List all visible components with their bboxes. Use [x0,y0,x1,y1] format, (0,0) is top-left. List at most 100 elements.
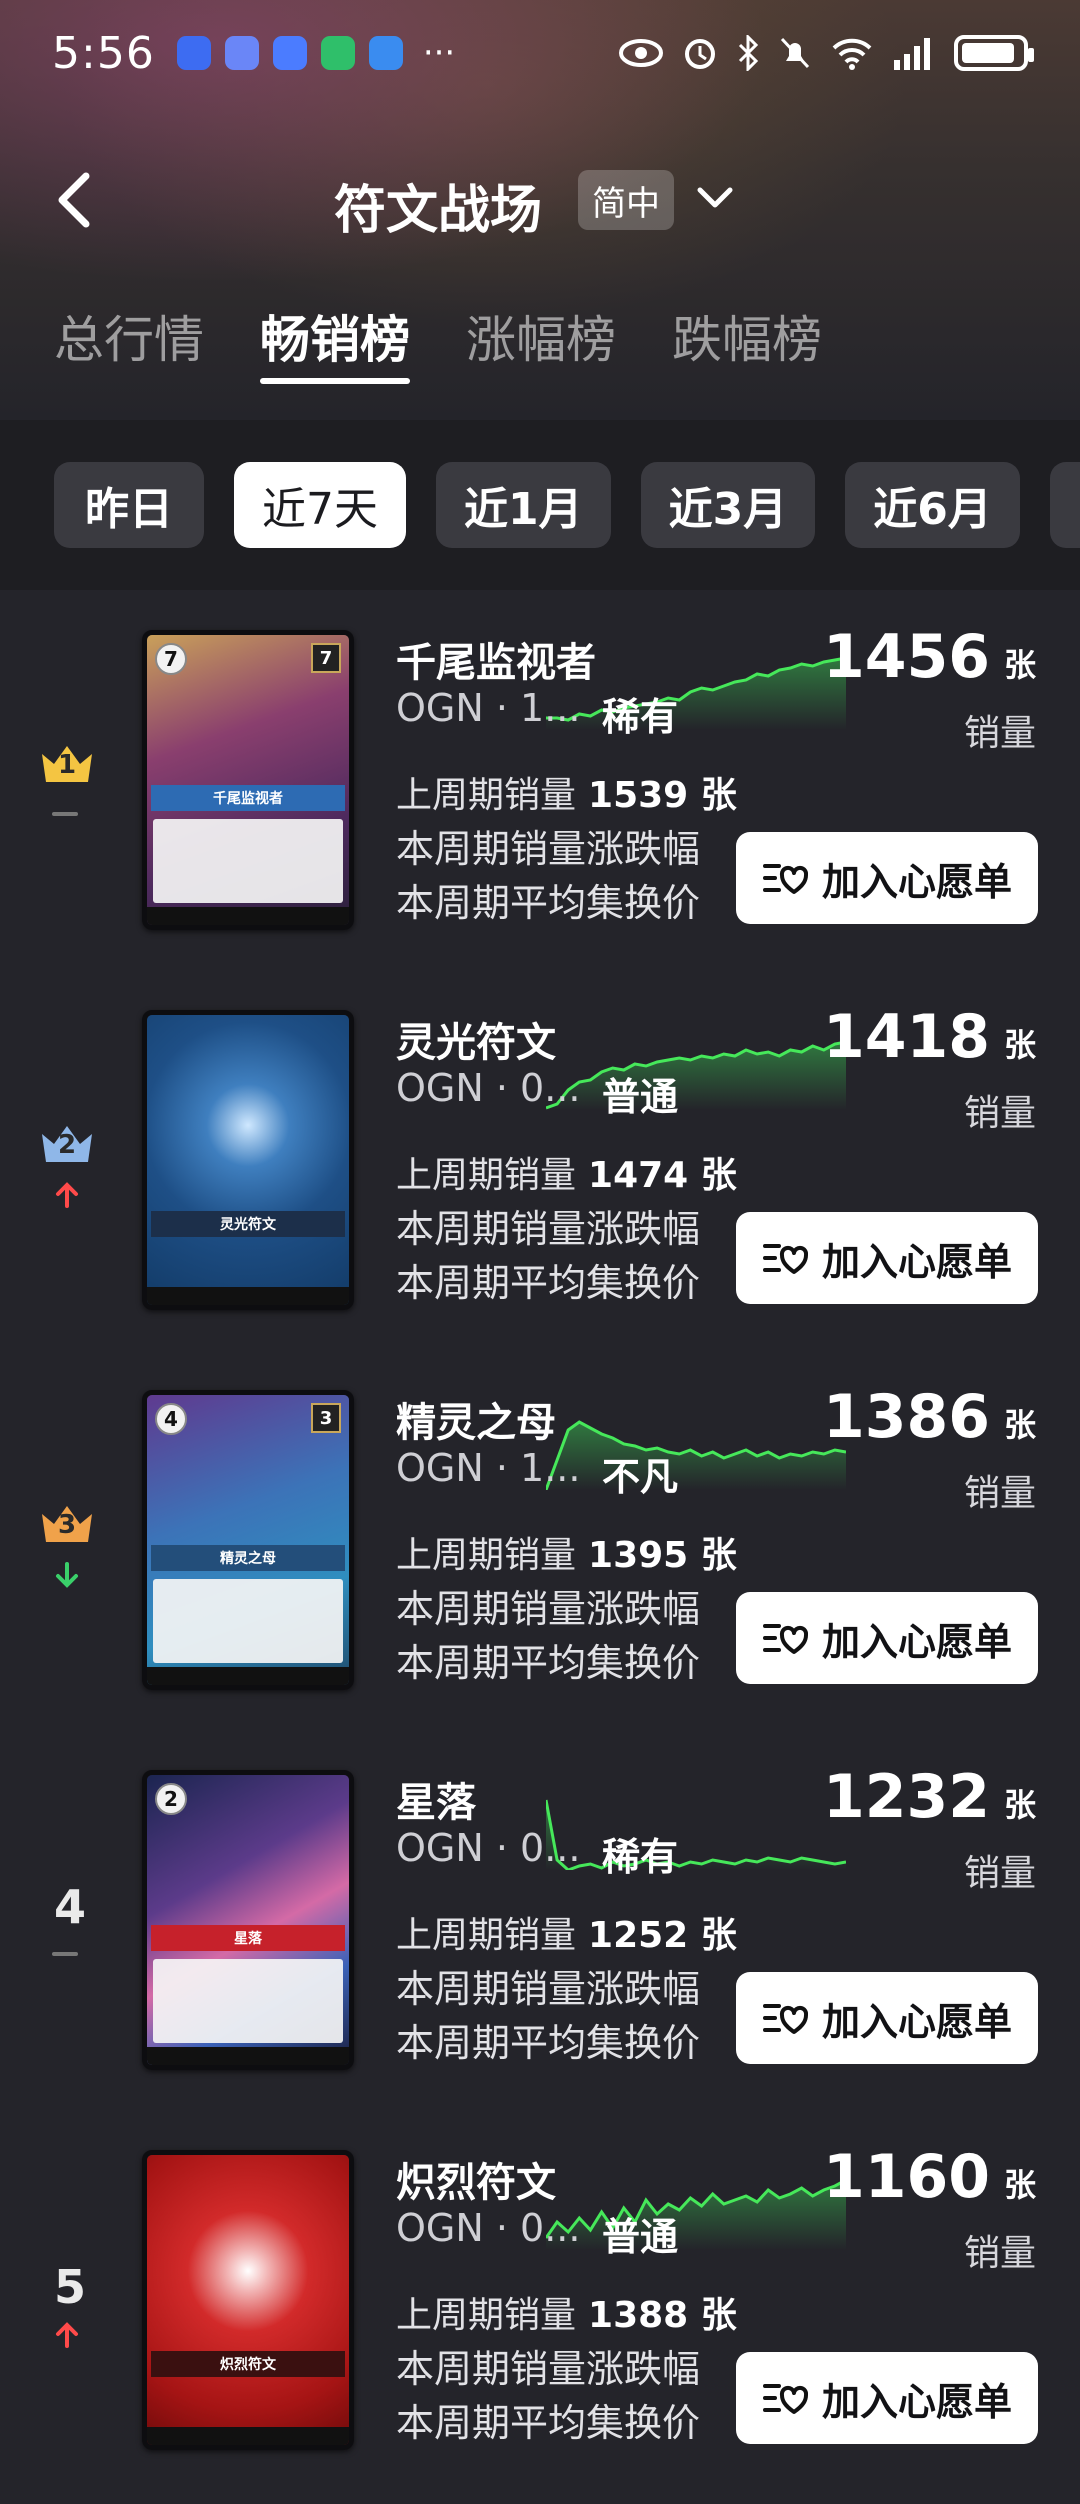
card-title-strip: 炽烈符文 [151,2351,345,2377]
card-textbox [153,1959,343,2043]
rank-column: 5 [30,2120,110,2500]
sales-count: 1386 [823,1382,990,1452]
last-period-value: 1388 张 [588,2295,737,2336]
filter-1-month[interactable]: 近1月 [436,462,611,548]
wifi-icon [832,38,872,70]
tab-overview[interactable]: 总行情 [54,300,204,372]
last-period-sales: 上周期销量 1252 张 [396,1906,737,1958]
card-name: 炽烈符文 [396,2160,556,2206]
card-image[interactable]: 灵光符文 [142,1010,354,1310]
last-period-label: 上周期销量 [396,2295,577,2336]
status-bar: 5:56 ··· [0,18,1080,88]
wishlist-icon [762,1624,808,1654]
period-filter-bar: 昨日 近7天 近1月 近3月 近6月 近 [0,420,1080,590]
card-image[interactable]: 炽烈符文 [142,2150,354,2450]
wishlist-label: 加入心愿单 [821,1239,1012,1284]
list-item[interactable]: 2 灵光符文 灵光符文 OGN · 0... 普通 1418 张 销量 上周期销… [0,980,1080,1360]
sales-label: 销量 [963,1853,1036,1894]
card-image[interactable]: 2 星落 [142,1770,354,2070]
change-label: 本周期销量涨跌幅 [396,1967,701,2011]
card-footer [147,1287,349,1305]
card-textbox [153,1579,343,1663]
card-rarity: 普通 [602,1075,679,1119]
mute-icon [780,37,810,69]
last-period-value: 1252 张 [588,1915,737,1956]
last-period-value: 1539 张 [588,775,737,816]
add-to-wishlist-button[interactable]: 加入心愿单 [736,1592,1038,1684]
card-textbox [153,819,343,903]
tab-gainers[interactable]: 涨幅榜 [466,300,616,372]
change-label: 本周期销量涨跌幅 [396,1207,701,1251]
last-period-label: 上周期销量 [396,775,577,816]
rank-number: 2 [57,1130,77,1160]
card-artwork [147,1015,349,1305]
navigation-bar: 符文战场 简中 [0,150,1080,250]
trend-up-icon [56,1182,78,1208]
card-title-strip: 精灵之母 [151,1545,345,1571]
card-title-strip: 灵光符文 [151,1211,345,1237]
list-item[interactable]: 3 4 3 精灵之母 精灵之母 OGN · 1... 不凡 1386 张 销量 … [0,1360,1080,1740]
item-info: 灵光符文 OGN · 0... 普通 1418 张 销量 上周期销量 1474 张… [396,980,1056,1360]
wishlist-icon [762,2004,808,2034]
list-item[interactable]: 4 2 星落 星落 OGN · 0... 稀有 1232 张 销量 上周期销量 1… [0,1740,1080,2120]
last-period-label: 上周期销量 [396,1155,577,1196]
sales-unit: 张 [1003,1406,1036,1444]
change-label: 本周期销量涨跌幅 [396,1587,701,1631]
last-period-label: 上周期销量 [396,1915,577,1956]
sales-label: 销量 [963,713,1036,754]
item-info: 千尾监视者 OGN · 1... 稀有 1456 张 销量 上周期销量 1539 … [396,600,1056,980]
card-might-badge: 3 [311,1403,341,1433]
signal-icon [894,38,930,70]
avg-price-label: 本周期平均集换价 [396,1641,701,1685]
card-might-badge: 7 [311,643,341,673]
rank-column: 3 [30,1360,110,1740]
filter-more[interactable]: 近 [1049,462,1080,548]
chevron-down-icon[interactable] [692,176,738,222]
tab-bestsellers[interactable]: 畅销榜 [260,300,410,384]
wishlist-label: 加入心愿单 [821,1999,1012,2044]
sales-count: 1160 [823,2142,990,2212]
add-to-wishlist-button[interactable]: 加入心愿单 [736,832,1038,924]
card-image[interactable]: 4 3 精灵之母 [142,1390,354,1690]
card-footer [147,1667,349,1685]
sales-sparkline [546,1799,846,1870]
status-time: 5:56 [52,27,155,79]
rank-column: 4 [30,1740,110,2120]
card-image[interactable]: 7 7 千尾监视者 [142,630,354,930]
add-to-wishlist-button[interactable]: 加入心愿单 [736,1212,1038,1304]
alarm-icon [685,39,715,69]
filter-3-months[interactable]: 近3月 [640,462,816,548]
app-notification-icon [368,36,403,70]
card-title-strip: 星落 [151,1925,345,1951]
card-rarity: 普通 [602,2215,679,2259]
trend-down-icon [56,1562,78,1588]
rank-number: 1 [57,750,77,780]
bluetooth-icon [738,35,759,71]
system-icons [618,35,1034,71]
add-to-wishlist-button[interactable]: 加入心愿单 [736,2352,1038,2444]
page-title: 符文战场 [334,181,543,241]
language-badge[interactable]: 简中 [578,170,674,230]
back-button[interactable] [44,168,104,232]
trend-up-icon [56,2322,78,2348]
card-set-code: OGN · 1... [396,686,581,730]
last-period-value: 1474 张 [588,1155,737,1196]
card-set-code: OGN · 0... [396,1826,581,1870]
list-item[interactable]: 1 7 7 千尾监视者 千尾监视者 OGN · 1... 稀有 1456 张 销… [0,600,1080,980]
change-label: 本周期销量涨跌幅 [396,2347,701,2391]
list-item[interactable]: 5 炽烈符文 炽烈符文 OGN · 0... 普通 1160 张 销量 上周期销… [0,2120,1080,2500]
card-rarity: 稀有 [602,695,679,739]
app-notification-icon [272,36,307,70]
add-to-wishlist-button[interactable]: 加入心愿单 [736,1972,1038,2064]
tab-losers[interactable]: 跌幅榜 [672,300,822,372]
sales-label: 销量 [963,2233,1036,2274]
more-notifications-icon: ··· [422,33,456,73]
card-cost-badge: 2 [155,1783,187,1815]
card-cost-badge: 4 [155,1403,187,1435]
filter-7-days[interactable]: 近7天 [234,462,406,548]
filter-6-months[interactable]: 近6月 [845,462,1020,548]
sales-sparkline [546,1040,846,1110]
rank-column: 2 [30,980,110,1360]
card-rarity: 稀有 [602,1835,679,1879]
filter-yesterday[interactable]: 昨日 [54,462,204,548]
